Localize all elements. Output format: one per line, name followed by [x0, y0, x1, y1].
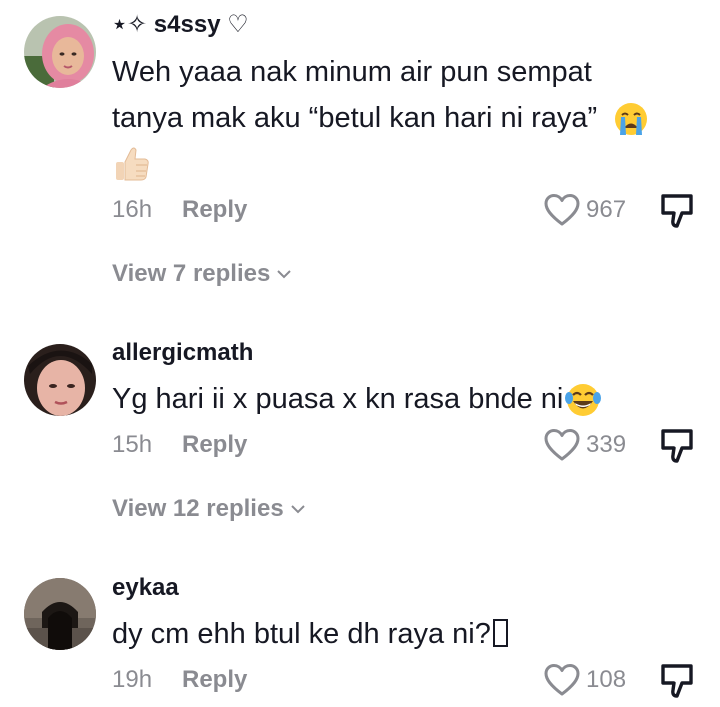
- like-count: 339: [586, 431, 627, 458]
- comment-text-line: dy cm ehh btul ke dh raya ni?: [112, 618, 491, 650]
- heart-icon: [543, 193, 581, 227]
- thumbs-down-icon: [660, 428, 694, 464]
- heart-icon: [543, 663, 581, 697]
- like-count: 967: [586, 196, 627, 223]
- view-replies-button[interactable]: View 12 replies: [112, 494, 306, 524]
- view-replies-label: View 12 replies: [112, 495, 284, 522]
- chevron-down-icon: [284, 503, 306, 515]
- view-replies-label: View 7 replies: [112, 260, 271, 287]
- dislike-button[interactable]: [660, 663, 694, 699]
- comment-item: ⋆✧ s4ssy ♡ Weh yaaa nak minum air pun se…: [0, 0, 720, 300]
- heart-icon: [543, 428, 581, 462]
- like-count: 108: [586, 666, 627, 693]
- comment-timestamp: 16h: [112, 196, 153, 223]
- comment-timestamp: 19h: [112, 666, 153, 693]
- avatar-image: [24, 344, 96, 416]
- loudly-crying-face-icon: [613, 101, 649, 137]
- like-button[interactable]: 108: [543, 663, 626, 697]
- avatar-image: [24, 578, 96, 650]
- comment-username[interactable]: allergicmath: [112, 338, 253, 368]
- thumbs-up-icon: [112, 144, 152, 184]
- like-button[interactable]: 967: [543, 193, 626, 227]
- comment-username[interactable]: ⋆✧ s4ssy ♡: [112, 10, 249, 40]
- comment-username[interactable]: eykaa: [112, 573, 179, 603]
- avatar[interactable]: [24, 344, 96, 416]
- view-replies-button[interactable]: View 7 replies: [112, 259, 292, 289]
- reply-button[interactable]: Reply: [182, 195, 247, 225]
- face-with-tears-of-joy-icon: [565, 382, 602, 418]
- comment-text: dy cm ehh btul ke dh raya ni?: [112, 612, 697, 657]
- reply-button[interactable]: Reply: [182, 665, 247, 695]
- comment-item: allergicmath Yg hari ii x puasa x kn ras…: [0, 330, 720, 540]
- thumbs-down-icon: [660, 663, 694, 699]
- comment-item: eykaa dy cm ehh btul ke dh raya ni? 19h …: [0, 565, 720, 707]
- chevron-down-icon: [270, 268, 292, 280]
- comment-text-line: Yg hari ii x puasa x kn rasa bnde ni: [112, 383, 564, 415]
- comment-text: Weh yaaa nak minum air pun sempat: [112, 50, 697, 95]
- comment-text: Yg hari ii x puasa x kn rasa bnde ni: [112, 377, 697, 422]
- comment-text: tanya mak aku “betul kan hari ni raya”: [112, 96, 697, 141]
- avatar-image: [24, 16, 96, 88]
- dislike-button[interactable]: [660, 193, 694, 229]
- reply-button[interactable]: Reply: [182, 430, 247, 460]
- avatar[interactable]: [24, 16, 96, 88]
- thumbs-down-icon: [660, 193, 694, 229]
- like-button[interactable]: 339: [543, 428, 626, 462]
- comment-text-line: Weh yaaa nak minum air pun sempat: [112, 56, 592, 88]
- dislike-button[interactable]: [660, 428, 694, 464]
- comment-timestamp: 15h: [112, 431, 153, 458]
- missing-glyph-icon: [492, 619, 508, 647]
- comment-text-line: tanya mak aku “betul kan hari ni raya”: [112, 102, 598, 134]
- avatar[interactable]: [24, 578, 96, 650]
